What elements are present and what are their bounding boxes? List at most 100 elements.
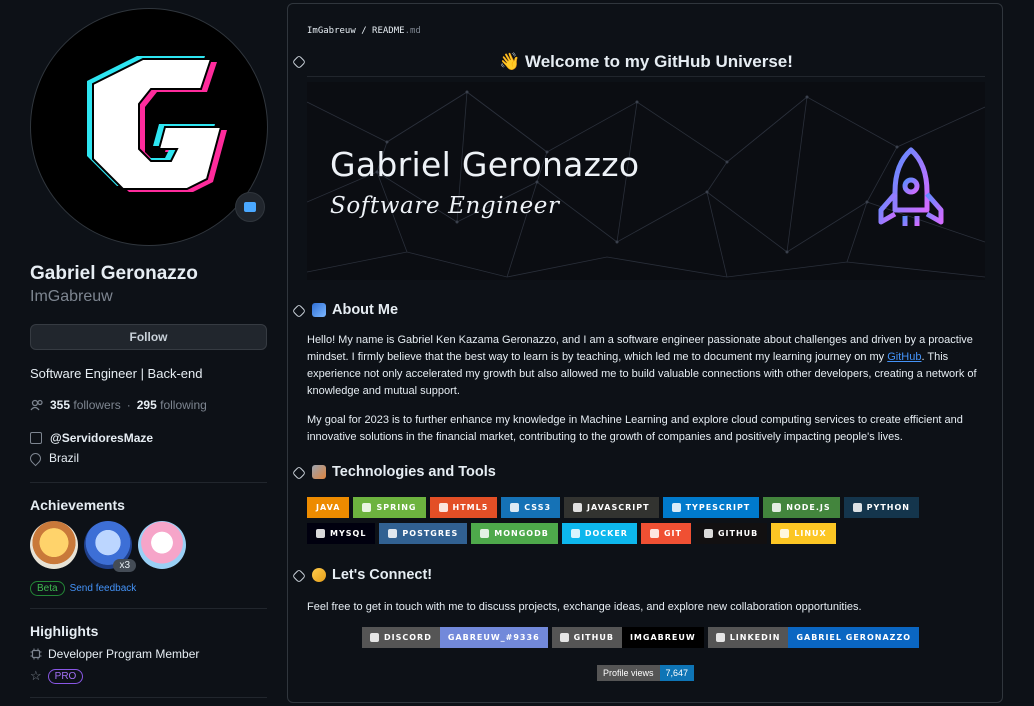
beta-label: Beta: [30, 581, 65, 596]
postgres-logo-icon: [388, 529, 398, 538]
beta-row: Beta Send feedback: [30, 581, 268, 596]
tech-badge-label: MONGODB: [494, 529, 549, 538]
developer-program-row: Developer Program Member: [30, 643, 268, 665]
about-heading: About Me: [312, 302, 398, 318]
anchor-link-icon[interactable]: [291, 303, 307, 319]
connect-badge-left: GITHUB: [551, 627, 622, 648]
tech-badge-label: POSTGRES: [402, 529, 459, 538]
organization-row: @ServidoresMaze: [30, 428, 268, 448]
tech-badge-label: DOCKER: [584, 529, 628, 538]
heading-rule: [307, 76, 985, 77]
tech-badge-java[interactable]: JAVA: [307, 497, 350, 518]
profile-views-badge: Profile views 7,647: [597, 665, 695, 681]
linkedin-icon: [715, 633, 725, 642]
javascript-logo-icon: [573, 503, 583, 512]
organization-link[interactable]: @ServidoresMaze: [50, 431, 153, 445]
rocket-emoji-icon: [312, 303, 326, 317]
banner-role: Software Engineer: [330, 193, 560, 219]
connect-badges: DISCORD GABREUW_#9336 GITHUB IMGABREUW LINKE…: [362, 627, 920, 648]
tech-badge-mongodb[interactable]: MONGODB: [471, 523, 558, 544]
divider: [30, 608, 267, 609]
html5-logo-icon: [438, 503, 448, 512]
follow-button[interactable]: Follow: [30, 324, 267, 350]
github-link[interactable]: GitHub: [887, 351, 921, 363]
tech-badge-postgres[interactable]: POSTGRES: [379, 523, 468, 544]
tech-badges-row-1: JAVA SPRING HTML5 CSS3 JAVASCRIPT TYPESCRIPT N…: [307, 497, 919, 518]
readme-breadcrumb: ImGabreuw / README.md: [307, 26, 421, 36]
tech-badge-typescript[interactable]: TYPESCRIPT: [662, 497, 760, 518]
yolo-cowboy-badge[interactable]: [30, 521, 78, 569]
typescript-logo-icon: [671, 503, 681, 512]
tech-badge-css3[interactable]: CSS3: [501, 497, 561, 518]
divider: [30, 697, 267, 698]
tech-badge-label: MYSQL: [330, 529, 367, 538]
python-logo-icon: [852, 503, 862, 512]
status-button[interactable]: [235, 192, 265, 222]
tech-badge-git[interactable]: GIT: [640, 523, 691, 544]
connect-badge-right-label: GABREUW_#9336: [439, 627, 548, 648]
tech-badge-html5[interactable]: HTML5: [429, 497, 498, 518]
achievements-list: x3: [30, 521, 268, 572]
tech-badge-label: GIT: [663, 529, 682, 538]
connect-text: Feel free to get in touch with me to dis…: [307, 601, 862, 613]
tech-badge-github[interactable]: GITHUB: [694, 523, 768, 544]
developer-program-label[interactable]: Developer Program Member: [48, 647, 199, 661]
tech-badges-row-2: MYSQL POSTGRES MONGODB DOCKER GIT GITHUB LINUX: [307, 523, 836, 544]
follow-counts: 355 followers · 295 following: [30, 398, 268, 412]
profile-login: ImGabreuw: [30, 288, 113, 305]
yolo-badge[interactable]: [138, 521, 186, 569]
connect-badge-discord[interactable]: DISCORD GABREUW_#9336: [362, 627, 548, 648]
connect-badge-linkedin[interactable]: LINKEDIN GABRIEL GERONAZZO: [707, 627, 920, 648]
status-emoji-icon: [244, 202, 256, 212]
github-icon: [559, 633, 569, 642]
tech-badge-javascript[interactable]: JAVASCRIPT: [564, 497, 659, 518]
welcome-heading: 👋 Welcome to my GitHub Universe!: [499, 52, 793, 71]
connect-badge-left: DISCORD: [362, 627, 440, 648]
tech-badge-label: JAVA: [316, 503, 341, 512]
about-p1-text: Hello! My name is Gabriel Ken Kazama Ger…: [307, 334, 973, 363]
location-icon: [27, 450, 44, 466]
spring-logo-icon: [362, 503, 372, 512]
tech-badge-docker[interactable]: DOCKER: [561, 523, 637, 544]
following-label: following: [160, 398, 207, 412]
tech-badge-node-js[interactable]: NODE.JS: [763, 497, 840, 518]
vcard-details: @ServidoresMaze Brazil: [27, 428, 268, 468]
tech-badge-label: LINUX: [794, 529, 827, 538]
following-link[interactable]: 295 following: [137, 398, 207, 412]
people-icon: [30, 399, 43, 411]
tech-heading: Technologies and Tools: [312, 464, 496, 480]
pull-shark-badge[interactable]: x3: [84, 521, 136, 572]
tech-badge-label: TYPESCRIPT: [685, 503, 751, 512]
tech-badge-label: JAVASCRIPT: [587, 503, 650, 512]
git-logo-icon: [649, 529, 659, 538]
connect-badge-right-label: GABRIEL GERONAZZO: [788, 627, 920, 648]
divider: [30, 482, 267, 483]
connect-badge-github[interactable]: GITHUB IMGABREUW: [551, 627, 704, 648]
anchor-link-icon[interactable]: [291, 568, 307, 584]
node-js-logo-icon: [772, 503, 782, 512]
readme-user-link[interactable]: ImGabreuw: [307, 26, 356, 36]
about-paragraph-1: Hello! My name is Gabriel Ken Kazama Ger…: [307, 332, 985, 400]
followers-count: 355: [50, 398, 71, 412]
anchor-link-icon[interactable]: [291, 465, 307, 481]
handshake-emoji-icon: [312, 568, 326, 582]
mysql-logo-icon: [316, 529, 325, 538]
rocket-icon: [878, 147, 944, 226]
breadcrumb-separator: /: [355, 26, 373, 36]
pull-shark-count: x3: [113, 559, 136, 572]
profile-readme: ImGabreuw / README.md 👋 Welcome to my Gi…: [287, 3, 1003, 703]
profile-views-label: Profile views: [597, 665, 660, 681]
tech-badge-mysql[interactable]: MYSQL: [307, 523, 376, 544]
followers-link[interactable]: 355 followers: [50, 398, 121, 412]
tech-badge-linux[interactable]: LINUX: [771, 523, 836, 544]
github-logo-icon: [703, 529, 713, 538]
achievements-title[interactable]: Achievements: [30, 497, 268, 513]
organization-icon: [30, 432, 42, 444]
send-feedback-link[interactable]: Send feedback: [70, 583, 137, 594]
tech-badge-python[interactable]: PYTHON: [843, 497, 919, 518]
highlights-title: Highlights: [30, 623, 99, 639]
avatar-g-logo: [87, 56, 227, 192]
avatar[interactable]: [30, 8, 268, 246]
following-count: 295: [136, 398, 157, 412]
tech-badge-spring[interactable]: SPRING: [353, 497, 426, 518]
